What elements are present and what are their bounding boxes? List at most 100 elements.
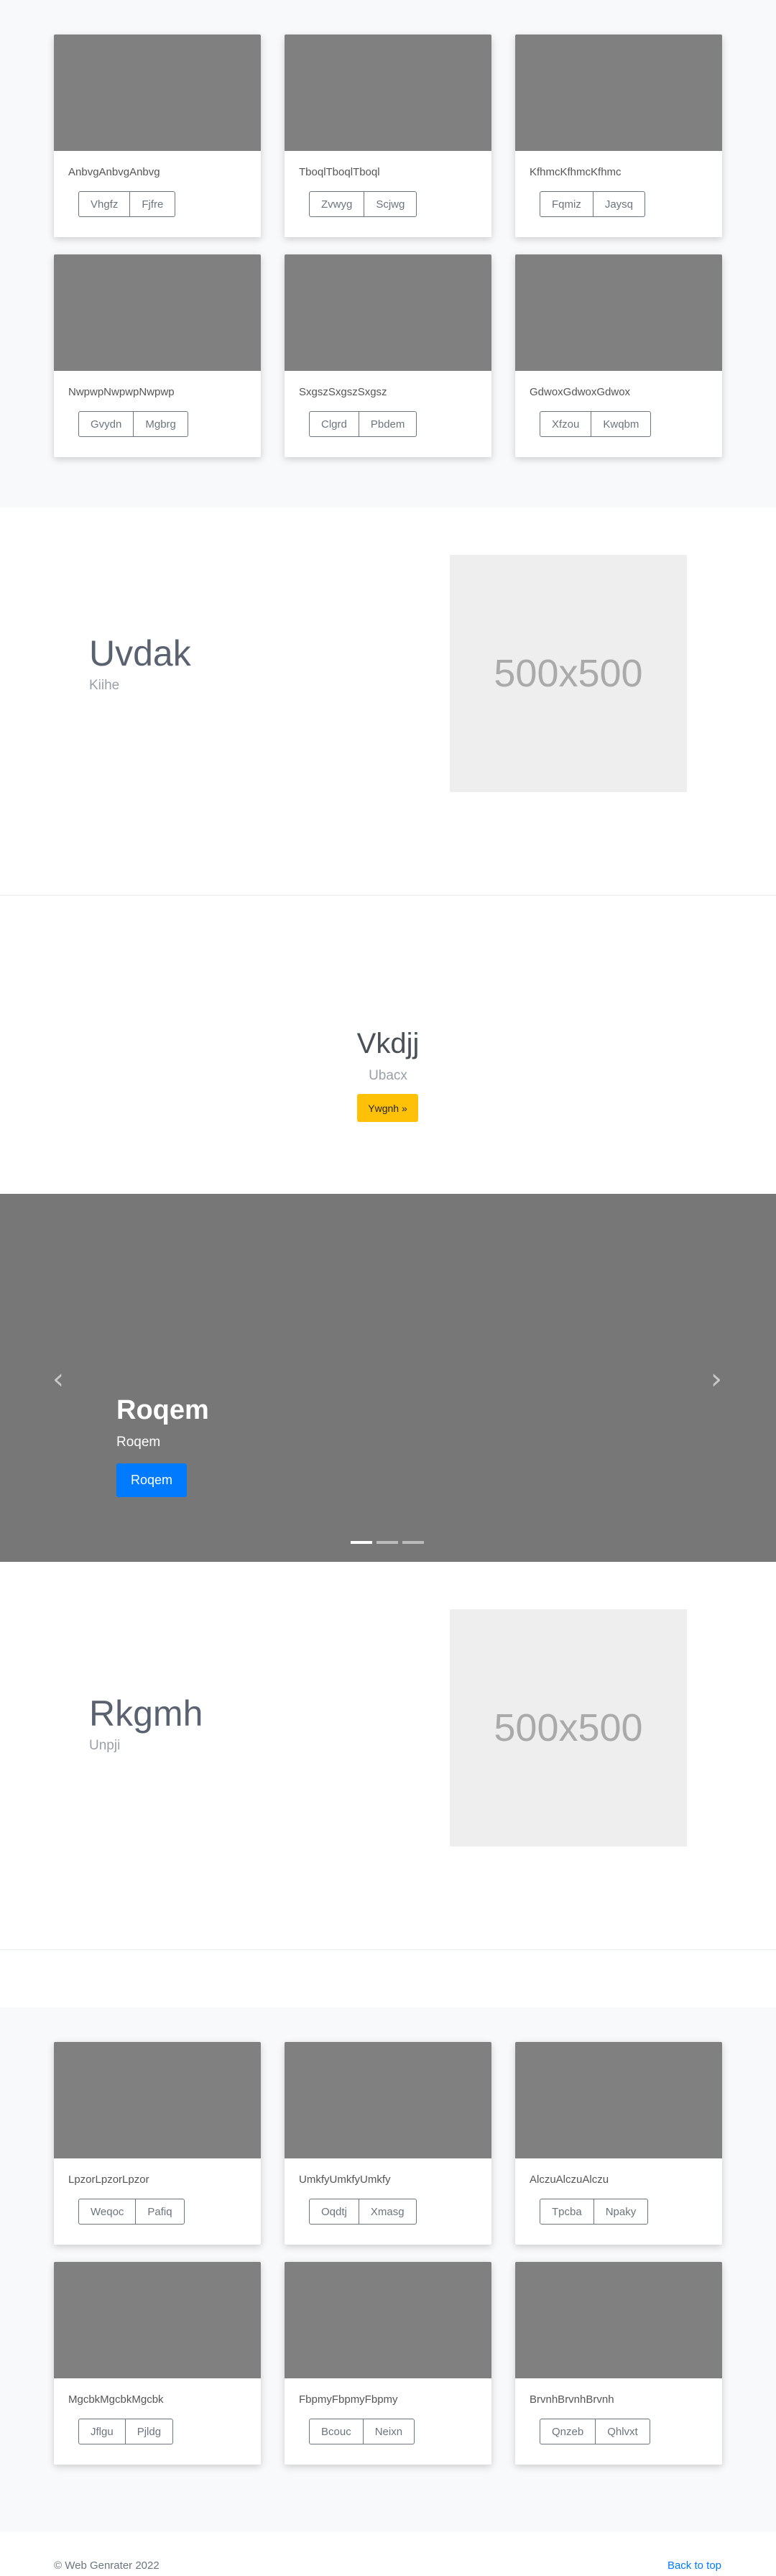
card-button-secondary[interactable]: Pbdem xyxy=(359,411,417,437)
card-button-primary[interactable]: Xfzou xyxy=(540,411,592,437)
featurette-text: Rkgmh Unpji xyxy=(89,1694,203,1754)
section-spacer xyxy=(0,1950,776,2007)
card: SxgszSxgszSxgsz Clgrd Pbdem xyxy=(285,254,491,457)
carousel-caption: Roqem Roqem Roqem xyxy=(116,1395,209,1497)
back-to-top-link[interactable]: Back to top xyxy=(668,2559,721,2572)
card-body: LpzorLpzorLpzor Weqoc Pafiq xyxy=(54,2158,261,2225)
album-section-bottom: LpzorLpzorLpzor Weqoc Pafiq UmkfyUmkfyUm… xyxy=(0,2007,776,2532)
card-grid: LpzorLpzorLpzor Weqoc Pafiq UmkfyUmkfyUm… xyxy=(54,2042,722,2465)
featurette-text: Uvdak Kiihe xyxy=(89,634,191,694)
featurette-subtext: Unpji xyxy=(89,1738,121,1753)
card-button-group: Clgrd Pbdem xyxy=(309,411,417,437)
card-button-primary[interactable]: Clgrd xyxy=(309,411,359,437)
card-button-secondary[interactable]: Jaysq xyxy=(593,191,646,217)
footer: © Web Genrater 2022 Back to top xyxy=(0,2555,776,2576)
card-button-primary[interactable]: Jflgu xyxy=(78,2419,126,2444)
card-button-primary[interactable]: Oqdtj xyxy=(309,2199,359,2225)
card-image xyxy=(285,2042,491,2158)
album-section-top: AnbvgAnbvgAnbvg Vhgfz Fjfre TboqlTboqlTb… xyxy=(0,0,776,507)
cta-button[interactable]: Ywgnh » xyxy=(357,1094,418,1122)
chevron-right-icon: › xyxy=(711,1363,722,1396)
card-button-secondary[interactable]: Scjwg xyxy=(364,191,417,217)
card-grid: AnbvgAnbvgAnbvg Vhgfz Fjfre TboqlTboqlTb… xyxy=(54,34,722,457)
card: GdwoxGdwoxGdwox Xfzou Kwqbm xyxy=(515,254,722,457)
card-body: FbpmyFbpmyFbpmy Bcouc Neixn xyxy=(285,2378,491,2444)
carousel-caption-text: Roqem xyxy=(116,1435,161,1450)
card-button-group: Vhgfz Fjfre xyxy=(78,191,176,217)
card-body: UmkfyUmkfyUmkfy Oqdtj Xmasg xyxy=(285,2158,491,2225)
featurette-image-placeholder: 500x500 xyxy=(450,555,687,792)
card-body: BrvnhBrvnhBrvnh Qnzeb Qhlvxt xyxy=(515,2378,722,2444)
carousel-caption-button[interactable]: Roqem xyxy=(116,1463,187,1497)
card-button-group: Tpcba Npaky xyxy=(540,2199,649,2225)
card: MgcbkMgcbkMgcbk Jflgu Pjldg xyxy=(54,2262,261,2465)
card-button-group: Weqoc Pafiq xyxy=(78,2199,185,2225)
card-button-group: Xfzou Kwqbm xyxy=(540,411,652,437)
card-text: BrvnhBrvnhBrvnh xyxy=(530,2393,614,2406)
card-text: SxgszSxgszSxgsz xyxy=(299,386,387,398)
card-button-primary[interactable]: Vhgfz xyxy=(78,191,131,217)
card-body: SxgszSxgszSxgsz Clgrd Pbdem xyxy=(285,371,491,437)
card-image xyxy=(515,2262,722,2378)
card-button-secondary[interactable]: Pafiq xyxy=(136,2199,185,2225)
card-button-secondary[interactable]: Kwqbm xyxy=(591,411,652,437)
card-button-secondary[interactable]: Fjfre xyxy=(130,191,176,217)
card-button-secondary[interactable]: Npaky xyxy=(593,2199,649,2225)
cta-section: Vkdjj Ubacx Ywgnh » xyxy=(0,896,776,1194)
card-button-group: Oqdtj Xmasg xyxy=(309,2199,417,2225)
card-image xyxy=(285,2262,491,2378)
card-button-secondary[interactable]: Pjldg xyxy=(125,2419,174,2444)
card-image xyxy=(515,2042,722,2158)
cta-heading: Vkdjj xyxy=(356,1028,420,1059)
card-body: TboqlTboqlTboql Zvwyg Scjwg xyxy=(285,151,491,217)
card-button-primary[interactable]: Bcouc xyxy=(309,2419,364,2444)
carousel-indicator-1[interactable] xyxy=(351,1541,372,1544)
card-button-primary[interactable]: Tpcba xyxy=(540,2199,594,2225)
card-button-secondary[interactable]: Neixn xyxy=(363,2419,415,2444)
card-image xyxy=(285,254,491,371)
card-button-primary[interactable]: Zvwyg xyxy=(309,191,365,217)
featurette-subtext: Kiihe xyxy=(89,678,120,693)
carousel-next-button[interactable]: › xyxy=(706,1365,727,1394)
card-body: AnbvgAnbvgAnbvg Vhgfz Fjfre xyxy=(54,151,261,217)
card-button-group: Fqmiz Jaysq xyxy=(540,191,646,217)
footer-copyright: © Web Genrater 2022 xyxy=(54,2559,160,2572)
card-text: UmkfyUmkfyUmkfy xyxy=(299,2174,391,2186)
card-image xyxy=(54,2262,261,2378)
card-button-primary[interactable]: Weqoc xyxy=(78,2199,137,2225)
card-button-secondary[interactable]: Xmasg xyxy=(359,2199,417,2225)
carousel-caption-title: Roqem xyxy=(116,1395,209,1425)
card: AlczuAlczuAlczu Tpcba Npaky xyxy=(515,2042,722,2245)
featurette-image-placeholder: 500x500 xyxy=(450,1609,687,1846)
card: BrvnhBrvnhBrvnh Qnzeb Qhlvxt xyxy=(515,2262,722,2465)
card-body: KfhmcKfhmcKfhmc Fqmiz Jaysq xyxy=(515,151,722,217)
card-button-primary[interactable]: Fqmiz xyxy=(540,191,593,217)
carousel-prev-button[interactable]: ‹ xyxy=(47,1365,69,1394)
card-image xyxy=(515,34,722,151)
card: AnbvgAnbvgAnbvg Vhgfz Fjfre xyxy=(54,34,261,237)
card-text: FbpmyFbpmyFbpmy xyxy=(299,2393,398,2406)
card-body: NwpwpNwpwpNwpwp Gvydn Mgbrg xyxy=(54,371,261,437)
carousel-indicator-3[interactable] xyxy=(402,1541,424,1544)
carousel: ‹ › Roqem Roqem Roqem xyxy=(0,1194,776,1562)
card: TboqlTboqlTboql Zvwyg Scjwg xyxy=(285,34,491,237)
card-button-secondary[interactable]: Mgbrg xyxy=(134,411,188,437)
card-button-secondary[interactable]: Qhlvxt xyxy=(596,2419,650,2444)
card: FbpmyFbpmyFbpmy Bcouc Neixn xyxy=(285,2262,491,2465)
card-button-group: Bcouc Neixn xyxy=(309,2419,415,2444)
featurette-section: Uvdak Kiihe 500x500 xyxy=(0,507,776,896)
card: NwpwpNwpwpNwpwp Gvydn Mgbrg xyxy=(54,254,261,457)
card-text: NwpwpNwpwpNwpwp xyxy=(68,386,175,398)
featurette-heading: Rkgmh xyxy=(89,1693,203,1734)
cta-subtext: Ubacx xyxy=(369,1068,407,1083)
card-image xyxy=(54,34,261,151)
carousel-indicator-2[interactable] xyxy=(377,1541,398,1544)
card: KfhmcKfhmcKfhmc Fqmiz Jaysq xyxy=(515,34,722,237)
featurette-heading: Uvdak xyxy=(89,633,191,673)
card-button-group: Zvwyg Scjwg xyxy=(309,191,417,217)
card-button-primary[interactable]: Gvydn xyxy=(78,411,134,437)
card-button-group: Qnzeb Qhlvxt xyxy=(540,2419,650,2444)
card-button-primary[interactable]: Qnzeb xyxy=(540,2419,596,2444)
card-text: TboqlTboqlTboql xyxy=(299,166,380,178)
card-image xyxy=(54,254,261,371)
